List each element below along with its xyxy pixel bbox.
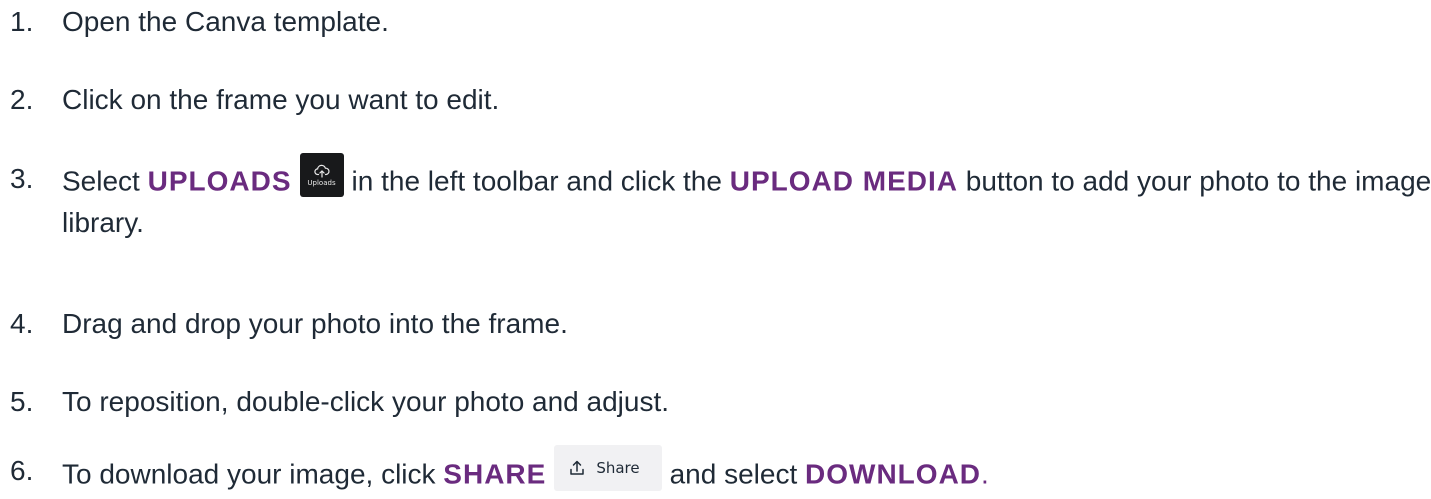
share-button-label: Share [596, 459, 640, 477]
share-keyword: SHARE [443, 458, 547, 490]
step-text: Drag and drop your photo into the frame. [62, 308, 568, 339]
step-1: 1. Open the Canva template. [10, 4, 389, 40]
step-text: Select UPLOADS Uploads in the left toolbar… [62, 153, 1431, 241]
step-text-prefix: To download your image, click [62, 458, 436, 490]
step-3: 3. Select UPLOADS Uploads in the left tool… [10, 153, 1431, 241]
step-text: Click on the frame you want to edit. [62, 84, 500, 115]
instruction-list: 1. Open the Canva template. 2. Click on … [0, 0, 1431, 496]
step-number: 4. [10, 308, 34, 339]
uploads-button-label: Uploads [307, 178, 336, 187]
step-text: Open the Canva template. [62, 6, 389, 37]
share-button: Share [554, 445, 662, 491]
step-number: 2. [10, 84, 34, 115]
download-keyword: DOWNLOAD [805, 458, 982, 490]
step-number: 3. [10, 163, 34, 194]
step-text: To download your image, click SHARE Share… [62, 445, 989, 499]
step-text-middle: in the left toolbar and click the [351, 165, 722, 197]
step-number: 6. [10, 455, 34, 486]
step-text-prefix: Select [62, 165, 140, 197]
upload-media-keyword: UPLOAD MEDIA [729, 165, 958, 197]
step-6: 6. To download your image, click SHARE Sh… [10, 445, 989, 499]
end-punctuation: . [981, 458, 989, 490]
step-2: 2. Click on the frame you want to edit. [10, 82, 499, 118]
step-text: To reposition, double-click your photo a… [62, 386, 670, 417]
uploads-button: Uploads [299, 153, 344, 197]
cloud-upload-icon [313, 164, 330, 178]
step-5: 5. To reposition, double-click your phot… [10, 384, 669, 420]
step-4: 4. Drag and drop your photo into the fra… [10, 306, 568, 342]
uploads-keyword: UPLOADS [147, 165, 292, 197]
share-upload-icon [570, 460, 585, 475]
step-number: 5. [10, 386, 34, 417]
step-text-middle: and select [669, 458, 798, 490]
step-number: 1. [10, 6, 34, 37]
